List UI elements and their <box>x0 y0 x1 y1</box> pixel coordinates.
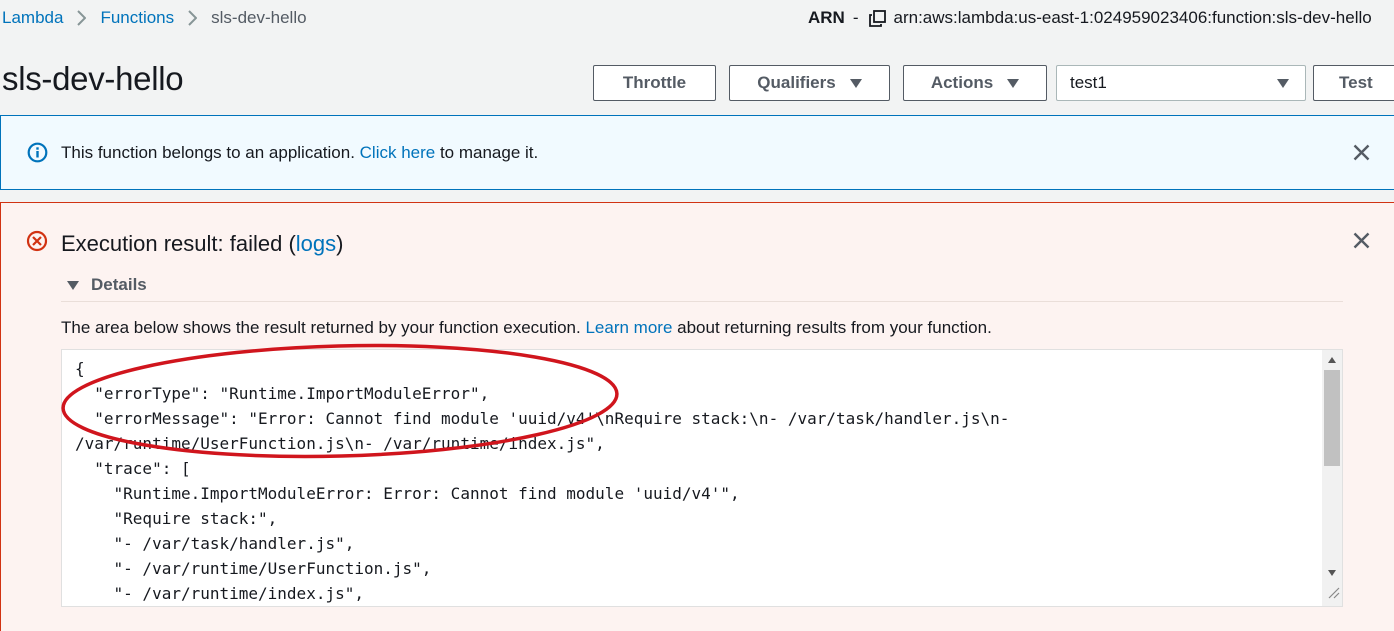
info-icon <box>27 142 48 168</box>
click-here-link[interactable]: Click here <box>360 143 436 162</box>
breadcrumb-lambda[interactable]: Lambda <box>2 8 63 28</box>
actions-button-label: Actions <box>930 73 994 92</box>
info-banner-message: This function belongs to an application.… <box>61 143 538 163</box>
top-bar: Lambda Functions sls-dev-hello ARN - arn… <box>0 0 1394 36</box>
test-event-selected-value: test1 <box>1070 73 1107 92</box>
arn-label: ARN <box>808 8 845 27</box>
chevron-right-icon <box>188 10 198 26</box>
page-title: sls-dev-hello <box>2 60 184 97</box>
code-line: /var/runtime/UserFunction.js\n- /var/run… <box>75 434 605 453</box>
info-banner-text: This function belongs to an application. <box>61 143 360 162</box>
execution-result-title-suffix: ) <box>336 231 344 256</box>
execution-result-title: Execution result: failed (logs) <box>61 231 343 257</box>
description-text: The area below shows the result returned… <box>61 318 586 337</box>
scroll-up-arrow-icon[interactable] <box>1328 357 1336 363</box>
code-content: { "errorType": "Runtime.ImportModuleErro… <box>75 356 1009 606</box>
code-line: "Runtime.ImportModuleError: Error: Canno… <box>75 484 740 503</box>
breadcrumb-current: sls-dev-hello <box>211 8 307 27</box>
test-button-label: Test <box>1339 73 1373 92</box>
logs-link[interactable]: logs <box>296 231 336 256</box>
divider <box>61 301 1343 302</box>
close-icon[interactable] <box>1353 232 1370 254</box>
error-circle-icon <box>26 230 48 257</box>
throttle-button[interactable]: Throttle <box>593 65 716 101</box>
details-toggle[interactable]: Details <box>67 275 147 295</box>
info-banner: This function belongs to an application.… <box>0 115 1394 190</box>
learn-more-link[interactable]: Learn more <box>585 318 672 337</box>
scrollbar-thumb[interactable] <box>1324 370 1340 466</box>
description-text-end: about returning results from your functi… <box>672 318 992 337</box>
code-line: "errorType": "Runtime.ImportModuleError"… <box>75 384 490 403</box>
arn-display: ARN - arn:aws:lambda:us-east-1:024959023… <box>808 8 1372 28</box>
details-label: Details <box>91 275 147 294</box>
qualifiers-button[interactable]: Qualifiers <box>729 65 890 101</box>
code-line: "trace": [ <box>75 459 191 478</box>
caret-down-icon <box>1277 79 1289 88</box>
test-button[interactable]: Test <box>1313 65 1394 101</box>
close-icon[interactable] <box>1353 144 1370 166</box>
arn-dash: - <box>852 8 859 27</box>
copy-icon[interactable] <box>868 9 886 27</box>
arn-value: arn:aws:lambda:us-east-1:024959023406:fu… <box>893 8 1372 27</box>
execution-result-title-prefix: Execution result: failed ( <box>61 231 296 256</box>
execution-result-output[interactable]: { "errorType": "Runtime.ImportModuleErro… <box>61 349 1343 607</box>
breadcrumb-functions[interactable]: Functions <box>100 8 174 28</box>
info-banner-text-end: to manage it. <box>435 143 539 162</box>
code-line: { <box>75 359 85 378</box>
code-line: "- /var/runtime/index.js", <box>75 584 364 603</box>
scroll-down-arrow-icon[interactable] <box>1328 570 1336 576</box>
code-line: "- /var/runtime/UserFunction.js", <box>75 559 432 578</box>
qualifiers-button-label: Qualifiers <box>757 73 836 92</box>
actions-button[interactable]: Actions <box>903 65 1047 101</box>
throttle-button-label: Throttle <box>622 73 687 92</box>
breadcrumb: Lambda Functions sls-dev-hello <box>2 8 307 28</box>
caret-down-icon <box>1007 78 1020 88</box>
scrollbar[interactable] <box>1322 350 1342 606</box>
execution-result-panel: Execution result: failed (logs) Details … <box>0 202 1394 631</box>
code-line: "Require stack:", <box>75 509 278 528</box>
code-line: "- /var/task/handler.js", <box>75 534 355 553</box>
caret-down-icon <box>67 280 79 290</box>
chevron-right-icon <box>77 10 87 26</box>
test-event-select[interactable]: test1 <box>1056 65 1306 101</box>
caret-down-icon <box>849 78 862 88</box>
resize-grip-icon[interactable] <box>1323 582 1341 605</box>
execution-result-description: The area below shows the result returned… <box>61 318 992 338</box>
code-line: "errorMessage": "Error: Cannot find modu… <box>75 409 1010 428</box>
